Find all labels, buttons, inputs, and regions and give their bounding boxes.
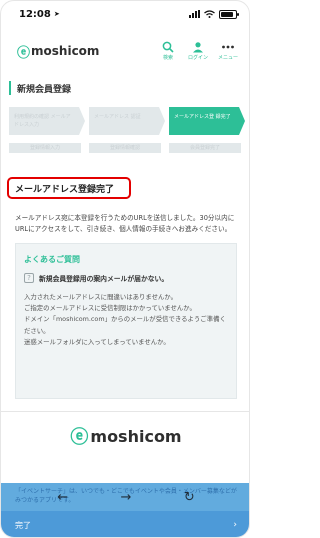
faq-answer-2: ご指定のメールアドレスに受信制限はかかっていませんか。 — [24, 304, 196, 313]
step-6: 会員登録完了 — [169, 143, 241, 153]
footer-logo[interactable]: ⓔ moshicom — [1, 423, 249, 449]
search-button-label: 検索 — [162, 55, 173, 61]
phone-screen: 12:08 ➤ ⓔ moshicom 検索 ログイン メニュー 新規会員登録 利… — [0, 0, 250, 538]
step-3-arrow — [239, 107, 245, 135]
step-1-arrow — [79, 107, 85, 135]
more-dots-icon — [222, 45, 234, 49]
footer-logo-text: moshicom — [90, 426, 182, 446]
faq-title: よくあるご質問 — [24, 255, 80, 264]
site-logo[interactable]: ⓔ moshicom — [17, 42, 153, 61]
step-4: 登録情報入力 — [9, 143, 81, 153]
title-accent-bar — [9, 81, 11, 95]
site-header: ⓔ moshicom 検索 ログイン メニュー — [1, 29, 249, 73]
wifi-icon — [204, 10, 215, 18]
logo-text: moshicom — [31, 44, 100, 58]
status-bar: 12:08 ➤ — [1, 1, 249, 27]
step-1: 利用規約の確認 メールアドレス入力 — [9, 107, 79, 135]
faq-answer-4: 迷惑メールフォルダに入ってしまっていませんか。 — [24, 337, 170, 346]
footer-logo-e-mark-icon: ⓔ — [70, 427, 89, 448]
step-5: 登録情報確認 — [89, 143, 161, 153]
faq-answer-3: ドメイン「moshicom.com」からのメールが受信できるようご準備ください。 — [24, 315, 226, 335]
question-mark-icon: ? — [24, 273, 34, 283]
footer-divider — [1, 411, 249, 412]
faq-question-text: 新規会員登録用の案内メールが届かない。 — [39, 275, 169, 283]
done-button[interactable]: 完了 — [15, 520, 233, 531]
status-time: 12:08 ➤ — [19, 9, 189, 20]
page-title-bar: 新規会員登録 — [1, 77, 249, 99]
menu-button-label: メニュー — [217, 55, 238, 61]
faq-question: ? 新規会員登録用の案内メールが届かない。 — [24, 273, 228, 283]
step-3-current: メールアドレス登 録完了 — [169, 107, 239, 135]
signal-icon — [189, 10, 200, 18]
keyboard-accessory-bar: 完了 › — [1, 511, 249, 537]
next-field-button[interactable]: › — [233, 520, 237, 530]
completion-heading-box: メールアドレス登録完了 — [7, 177, 131, 199]
battery-icon — [219, 9, 239, 19]
status-time-text: 12:08 — [19, 8, 51, 20]
completion-heading: メールアドレス登録完了 — [15, 184, 115, 195]
reload-icon[interactable]: ↻ — [184, 490, 195, 505]
location-arrow-icon: ➤ — [53, 10, 60, 18]
logo-e-mark-icon: ⓔ — [17, 45, 31, 61]
search-icon — [162, 41, 174, 53]
faq-answer-1: 入力されたメールアドレスに間違いはありませんか。 — [24, 293, 178, 301]
step-2: メールアドレス 認証 — [89, 107, 159, 135]
browser-nav-bar: ← → ↻ — [1, 483, 249, 511]
forward-arrow-icon[interactable]: → — [121, 490, 132, 505]
faq-box: よくあるご質問 ? 新規会員登録用の案内メールが届かない。 入力されたメールアド… — [15, 243, 237, 399]
registration-steps: 利用規約の確認 メールアドレス入力 メールアドレス 認証 メールアドレス登 録完… — [9, 107, 245, 165]
user-icon — [193, 42, 203, 53]
search-button[interactable]: 検索 — [153, 41, 183, 61]
completion-description: メールアドレス宛に本登録を行うためのURLを送信しました。30分以内にURLにア… — [15, 214, 235, 233]
login-button[interactable]: ログイン — [183, 41, 213, 61]
menu-button[interactable]: メニュー — [213, 41, 243, 61]
back-arrow-icon[interactable]: ← — [57, 490, 68, 505]
login-button-label: ログイン — [187, 55, 208, 61]
page-title: 新規会員登録 — [17, 84, 72, 95]
step-2-arrow — [159, 107, 165, 135]
status-icons — [189, 9, 239, 19]
